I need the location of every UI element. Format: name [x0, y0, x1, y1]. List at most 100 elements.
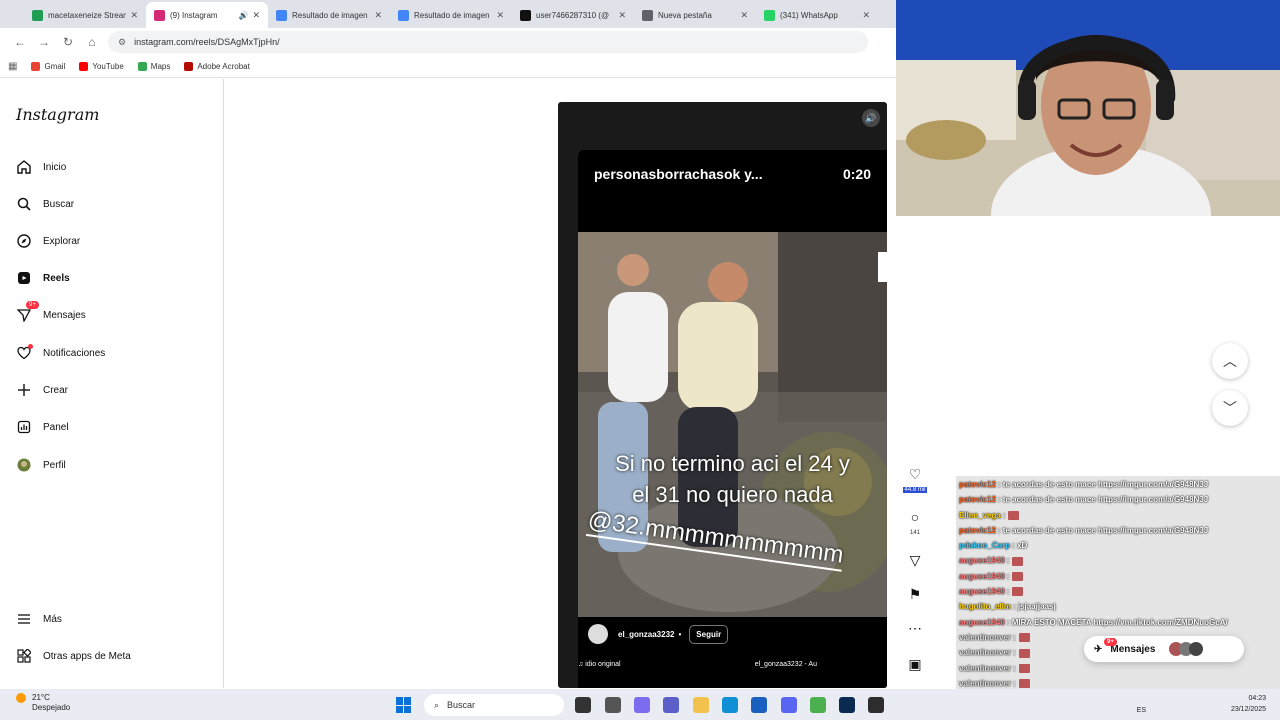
browser-tab[interactable]: (341) WhatsApp ✕ — [756, 2, 878, 28]
chrome-icon[interactable] — [810, 697, 826, 713]
store-icon[interactable] — [751, 697, 767, 713]
tab-close-icon[interactable]: ✕ — [130, 10, 138, 21]
tab-close-icon[interactable]: ✕ — [740, 10, 748, 21]
bookmark-item[interactable]: Adobe Acrobat — [184, 62, 250, 71]
reel-title: personasborrachasok y... — [594, 166, 763, 182]
sidebar-item-reels[interactable]: Reels — [16, 270, 70, 286]
task-view-icon[interactable] — [575, 697, 591, 713]
browser-tab[interactable]: user7466287310 (@ ✕ — [512, 2, 634, 28]
app-icon[interactable] — [868, 697, 884, 713]
tab-audio-icon[interactable]: 🔊 — [238, 11, 248, 20]
audio-avatar-icon[interactable]: ▣ — [903, 656, 927, 673]
sidebar-item-mas[interactable]: Más — [16, 611, 62, 627]
sidebar-item-panel[interactable]: Panel — [16, 419, 69, 435]
like-icon[interactable]: ♡ — [903, 466, 927, 483]
sidebar-item-crear[interactable]: Crear — [16, 382, 68, 398]
reel-header: personasborrachasok y... 0:20 — [594, 166, 871, 182]
avatar-stack — [1169, 642, 1204, 656]
browser-tab[interactable]: Resultado de imagen ✕ — [268, 2, 390, 28]
bookmark-item[interactable]: Maps — [137, 62, 170, 71]
copilot-icon[interactable] — [634, 697, 650, 713]
chat-text: : MIRA ESTO MACETA https://vm.tiktok.com… — [1006, 617, 1228, 627]
sidebar-item-mensajes[interactable]: 9+ Mensajes — [16, 301, 86, 323]
system-tray[interactable]: ES 04:23 23/12/2025 — [1137, 693, 1266, 715]
sidebar-item-buscar[interactable]: Buscar — [16, 196, 74, 212]
chat-message: patovic12: te acordas de esto mace https… — [956, 523, 1280, 538]
messages-icon: 9+ — [16, 301, 39, 323]
tab-close-icon[interactable]: ✕ — [496, 10, 504, 21]
photoshop-icon[interactable] — [839, 697, 855, 713]
sidebar-item-inicio[interactable]: Inicio — [16, 159, 66, 175]
menu-icon — [16, 611, 32, 627]
discord-icon[interactable] — [781, 697, 797, 713]
bookmark-item[interactable]: Gmail — [31, 62, 65, 71]
sidebar-item-explorar[interactable]: Explorar — [16, 233, 80, 249]
home-browser-icon[interactable]: ⌂ — [80, 35, 104, 49]
author-avatar[interactable] — [588, 624, 608, 644]
sidebar-item-perfil[interactable]: Perfil — [16, 457, 66, 473]
browser-tab[interactable]: macetaxeneize Stream ✕ — [24, 2, 146, 28]
widgets-icon[interactable] — [605, 697, 621, 713]
address-bar[interactable]: ⚙ instagram.com/reels/DSAgMxTjpHn/ — [108, 31, 868, 53]
messages-pill-badge: 9+ — [1104, 638, 1117, 646]
bookmarks-bar: ▦ Gmail YouTube Maps Adobe Acrobat — [0, 56, 896, 78]
back-icon[interactable]: ← — [8, 35, 32, 49]
reel-player[interactable]: 🔊 personasborrachasok y... 0:20 Si no te… — [558, 102, 887, 688]
chat-emote-icon — [1018, 663, 1030, 673]
sidebar-item-meta-apps[interactable]: Otras apps de Meta — [16, 648, 131, 664]
save-icon[interactable]: ⚑ — [903, 586, 927, 603]
tab-close-icon[interactable]: ✕ — [862, 10, 870, 21]
previous-reel-button[interactable]: ︿ — [1212, 343, 1248, 379]
site-info-icon[interactable]: ⚙ — [118, 37, 126, 48]
audio-label: ♫ idio original — [578, 661, 621, 668]
audio-title: idio original — [585, 661, 621, 668]
chat-username: valentinonver — [959, 663, 1012, 673]
browser-tab[interactable]: (9) Instagram 🔊 ✕ — [146, 2, 268, 28]
tab-label: Nueva pestaña — [658, 10, 712, 20]
webcam-overlay — [896, 0, 1280, 216]
bookmark-icon — [31, 62, 41, 71]
windows-start-icon[interactable] — [396, 697, 412, 713]
instagram-logo[interactable]: Instagram — [16, 105, 99, 124]
file-explorer-icon[interactable] — [693, 697, 709, 713]
messages-pill[interactable]: ✈ 9+ Mensajes — [1084, 636, 1244, 662]
apps-icon[interactable]: ▦ — [8, 61, 17, 72]
follow-button[interactable]: Seguir — [689, 624, 729, 644]
teams-icon[interactable] — [663, 697, 679, 713]
forward-icon[interactable]: → — [32, 35, 56, 49]
edge-icon[interactable] — [722, 697, 738, 713]
browser-tab[interactable]: Resultado de imagen ✕ — [390, 2, 512, 28]
reload-icon[interactable]: ↻ — [56, 35, 80, 49]
chat-username: auguse1940 — [959, 556, 1005, 566]
bookmark-label: Adobe Acrobat — [197, 62, 250, 71]
tab-close-icon[interactable]: ✕ — [252, 10, 260, 21]
volume-icon[interactable]: 🔊 — [862, 109, 880, 127]
next-reel-button[interactable]: ﹀ — [1212, 390, 1248, 426]
share-icon[interactable]: ▽ — [903, 552, 927, 569]
sidebar-item-notificaciones[interactable]: Notificaciones — [16, 344, 105, 361]
chat-text: : te acordas de esto mace https://imgur.… — [997, 525, 1209, 535]
chat-text: : jsjaajjaasj — [1013, 602, 1056, 612]
tab-label: macetaxeneize Stream — [48, 10, 127, 20]
chat-text: : — [1013, 663, 1016, 673]
caption-line-1: Si no termino aci el 24 y — [615, 451, 850, 476]
more-options-icon[interactable]: ⋯ — [903, 620, 927, 637]
sidebar-item-label: Panel — [43, 421, 69, 433]
chat-message: hugolito_ellm: jsjaajjaasj — [956, 599, 1280, 614]
author-name[interactable]: el_gonzaa3232 — [618, 630, 674, 639]
comment-icon[interactable]: ○ — [903, 509, 927, 525]
reel-content: personasborrachasok y... 0:20 Si no term… — [578, 150, 887, 688]
chat-emote-icon — [1018, 679, 1030, 689]
taskbar-search[interactable]: ⌕ Buscar — [424, 694, 564, 716]
tab-close-icon[interactable]: ✕ — [618, 10, 626, 21]
weather-widget[interactable]: 21°C Despejado — [16, 693, 70, 713]
bookmark-item[interactable]: YouTube — [79, 62, 124, 71]
audio-row[interactable]: ♫ idio original el_gonzaa3232 - Au — [578, 661, 887, 668]
tab-close-icon[interactable]: ✕ — [374, 10, 382, 21]
tab-label: (9) Instagram — [170, 10, 218, 20]
chat-emote-icon — [1008, 510, 1020, 520]
reel-video[interactable]: Si no termino aci el 24 y el 31 no quier… — [578, 232, 887, 617]
chat-username: valentinonver — [959, 648, 1012, 658]
tab-label: (341) WhatsApp — [780, 10, 838, 20]
browser-tab[interactable]: Nueva pestaña ✕ — [634, 2, 756, 28]
